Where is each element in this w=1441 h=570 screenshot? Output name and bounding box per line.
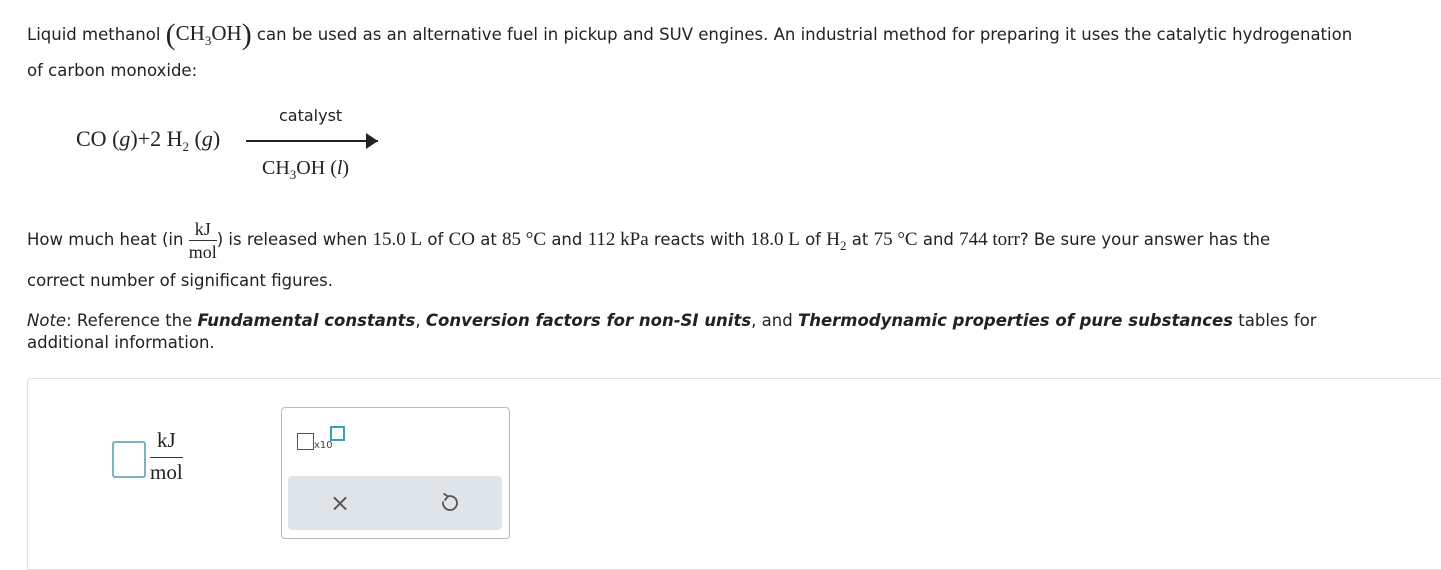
reaction-arrowhead xyxy=(366,133,378,149)
note-line-1: Note: Reference the Fundamental constant… xyxy=(27,311,1317,330)
x10-button[interactable] xyxy=(297,433,314,450)
fundamental-constants-link[interactable]: Fundamental constants xyxy=(198,311,416,330)
answer-input[interactable] xyxy=(112,441,146,478)
intro-line-2: of carbon monoxide: xyxy=(27,61,198,80)
conversion-factors-link[interactable]: Conversion factors for non-SI units xyxy=(426,311,751,330)
x10-label: x10 xyxy=(314,440,333,451)
x10-exponent-box xyxy=(330,426,345,441)
reaction-arrow xyxy=(246,140,378,142)
undo-icon xyxy=(442,492,458,511)
clear-button[interactable]: × xyxy=(310,482,370,524)
catalyst-label: catalyst xyxy=(279,106,343,125)
answer-panel xyxy=(27,378,1441,570)
intro-line-1: Liquid methanol (CH3OH) can be used as a… xyxy=(27,18,1353,51)
undo-button[interactable] xyxy=(420,482,480,524)
thermodynamic-properties-link[interactable]: Thermodynamic properties of pure substan… xyxy=(798,311,1233,330)
heat-unit-fraction: kJ mol xyxy=(188,219,217,262)
question-line-2: correct number of significant figures. xyxy=(27,271,333,290)
methanol-formula: CH3OH xyxy=(175,21,242,48)
close-icon: × xyxy=(329,489,351,517)
note-line-2: additional information. xyxy=(27,333,215,352)
reaction-reactants: CO (g)+2 H2 (g) xyxy=(76,126,221,154)
question-line-1: How much heat (in kJ mol) is released whe… xyxy=(27,219,1271,262)
answer-unit-fraction: kJ mol xyxy=(150,428,183,484)
reaction-product: CH3OH (l) xyxy=(262,157,350,182)
